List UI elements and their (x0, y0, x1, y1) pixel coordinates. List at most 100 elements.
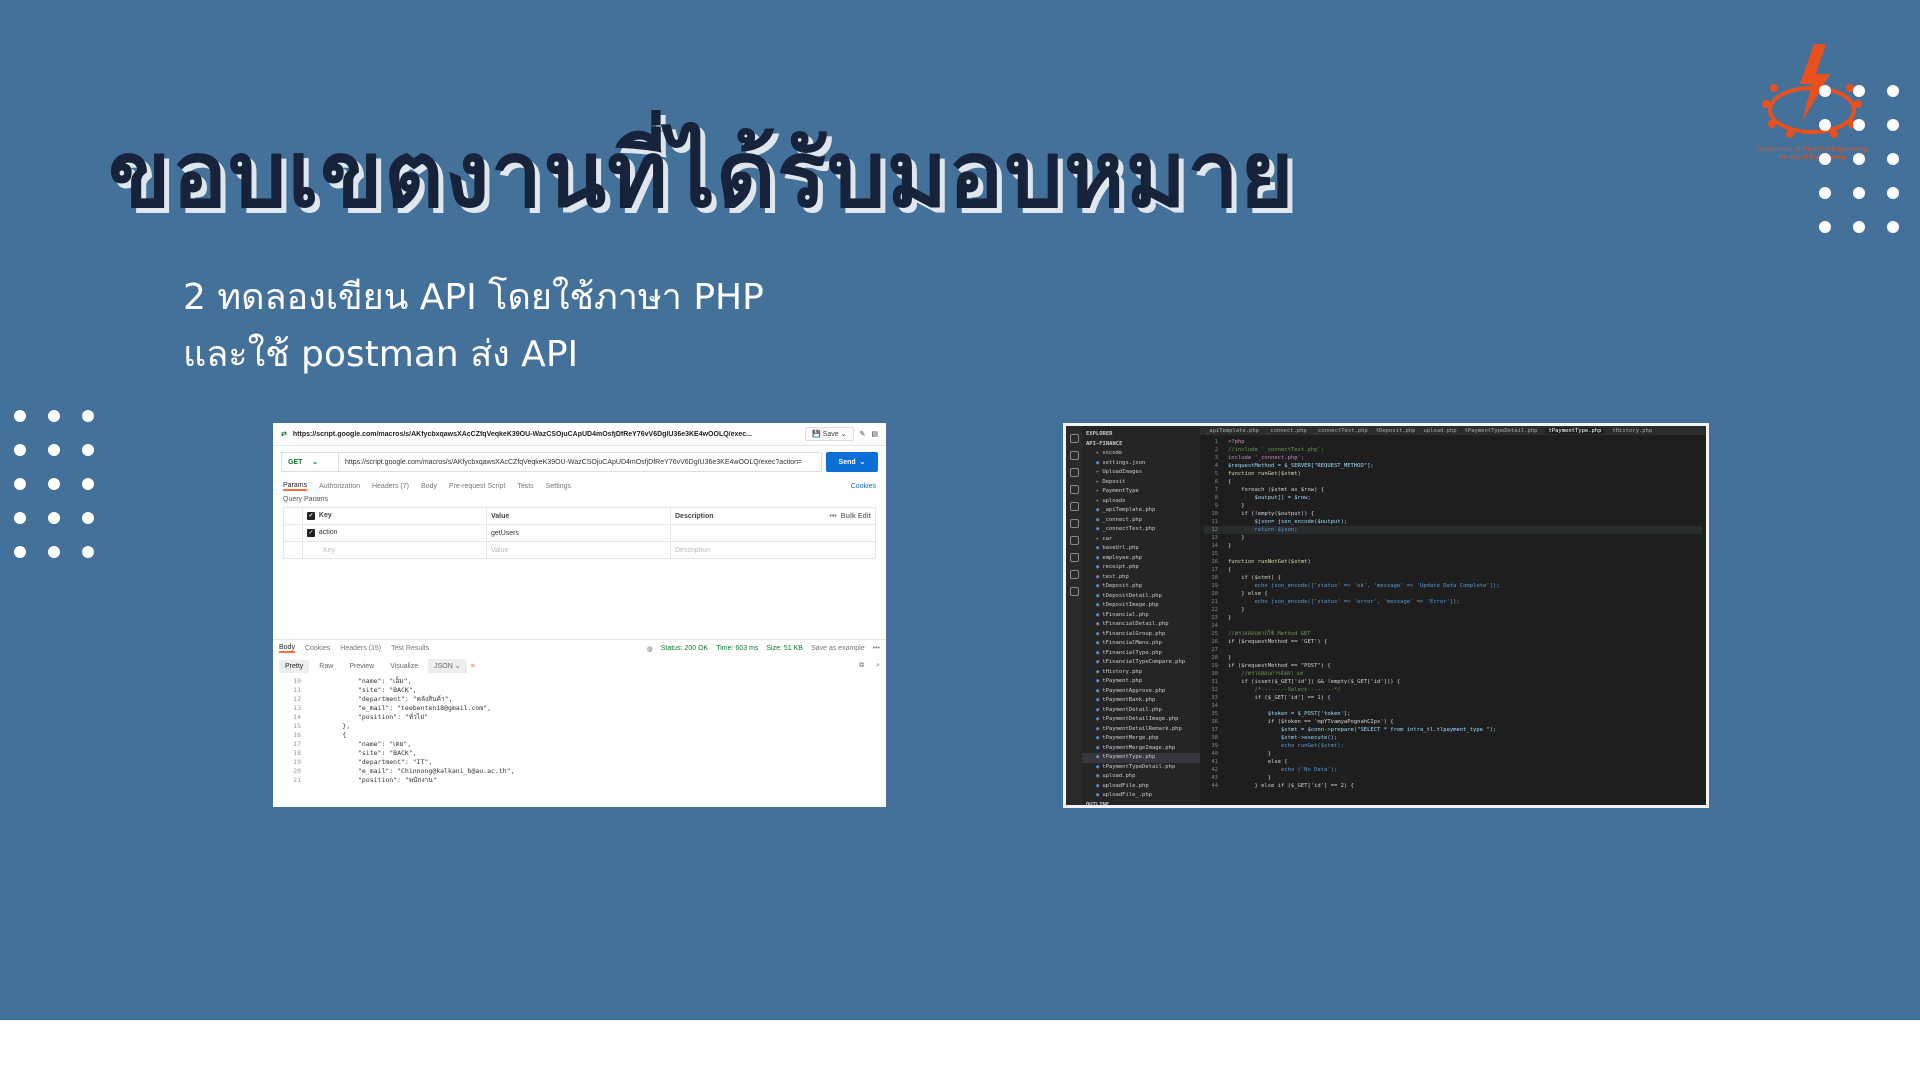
explorer-item[interactable]: ◉ tHistory.php (1082, 668, 1200, 678)
remote-icon[interactable] (1069, 519, 1079, 528)
explorer-item[interactable]: ◉ tDeposit.php (1082, 582, 1200, 592)
explorer-item[interactable]: ▸ uploads (1082, 497, 1200, 507)
editor-tab[interactable]: tHistory.php (1612, 428, 1652, 434)
edit-icon[interactable]: ✎ (860, 430, 866, 438)
editor-tab[interactable]: _apiTemplate.php (1206, 428, 1259, 434)
editor-tab[interactable]: tDeposit.php (1376, 428, 1416, 434)
tab-body[interactable]: Body (421, 483, 437, 490)
explorer-item[interactable]: ▸ PaymentType (1082, 487, 1200, 497)
explorer-item-label: tHistory.php (1102, 668, 1143, 675)
explorer-item[interactable]: ◉ uploadFile_.php (1082, 791, 1200, 801)
explorer-item[interactable]: ▸ vscode (1082, 449, 1200, 459)
editor-tab[interactable]: tPaymentTypeDetail.php (1465, 428, 1538, 434)
code-editor[interactable]: 1 <?php 2 //include '_connectTest.php'; 3 inc… (1200, 436, 1706, 805)
more-icon[interactable]: ••• (873, 645, 880, 653)
search-icon[interactable] (1069, 451, 1079, 460)
file-icon: ◉ (1096, 630, 1100, 637)
explorer-item[interactable]: ◉ tFinancialGroup.php (1082, 630, 1200, 640)
wrap-icon[interactable]: ≡ (471, 663, 475, 670)
save-button[interactable]: 💾 Save ⌄ (805, 427, 854, 441)
github-icon[interactable] (1069, 587, 1079, 596)
search-icon[interactable]: ⌕ (876, 662, 880, 670)
files-icon[interactable] (1069, 434, 1079, 443)
explorer-item[interactable]: ◉ tFinancialTypeCompare.php (1082, 658, 1200, 668)
explorer-item[interactable]: ◉ baseUrl.php (1082, 544, 1200, 554)
view-pretty[interactable]: Pretty (279, 659, 310, 673)
testing-icon[interactable] (1069, 536, 1079, 545)
explorer-item[interactable]: ◉ tFinancialMenu.php (1082, 639, 1200, 649)
view-raw[interactable]: Raw (313, 660, 339, 673)
code-line: 8 $output[] = $row; (1204, 494, 1702, 502)
explorer-item[interactable]: ◉ upload.php (1082, 772, 1200, 782)
explorer-item[interactable]: ◉ tDepositImage.php (1082, 601, 1200, 611)
param-description[interactable] (670, 524, 876, 542)
save-example-button[interactable]: Save as example (811, 645, 865, 653)
explorer-item[interactable]: ◉ test.php (1082, 573, 1200, 583)
explorer-item[interactable]: ◉ tPaymentType.php (1082, 753, 1200, 763)
database-icon[interactable] (1069, 570, 1079, 579)
editor-tab[interactable]: upload.php (1423, 428, 1456, 434)
explorer-item[interactable]: ◉ _connectTest.php (1082, 525, 1200, 535)
explorer-item[interactable]: ◉ tFinancialDetail.php (1082, 620, 1200, 630)
param-key-cell[interactable]: ✓ action (302, 524, 487, 542)
tab-params[interactable]: Params (283, 482, 308, 491)
docs-icon[interactable]: ▤ (871, 430, 878, 438)
explorer-item[interactable]: ◉ settings.json (1082, 459, 1200, 469)
explorer-item[interactable]: ◉ tPaymentBank.php (1082, 696, 1200, 706)
checkbox-icon[interactable]: ✓ (307, 529, 315, 537)
docker-icon[interactable] (1069, 553, 1079, 562)
tab-settings[interactable]: Settings (546, 483, 571, 490)
explorer-item[interactable]: ◉ tPaymentTypeDetail.php (1082, 763, 1200, 773)
explorer-item[interactable]: ▸ car (1082, 535, 1200, 545)
bulk-edit-link[interactable]: ••• Bulk Edit (829, 513, 871, 520)
view-visualize[interactable]: Visualize (384, 660, 424, 673)
param-value-placeholder[interactable]: Value (486, 541, 671, 559)
explorer-item[interactable]: ◉ _connect.php (1082, 516, 1200, 526)
code-line: 11 "site": "BACK", (279, 686, 880, 695)
explorer-item[interactable]: EXPLORER (1082, 430, 1200, 440)
tab-pre-request-script[interactable]: Pre-request Script (449, 483, 505, 490)
explorer-item[interactable]: OUTLINE (1082, 801, 1200, 806)
url-input[interactable]: https://script.google.com/macros/s/AKfyc… (338, 452, 822, 472)
explorer-item[interactable]: ◉ tPaymentMerge.php (1082, 734, 1200, 744)
format-select[interactable]: JSON ⌄ (428, 659, 467, 673)
tab-test-results[interactable]: Test Results (391, 645, 429, 652)
copy-icon[interactable]: ⧉ (859, 662, 864, 670)
tab-response-headers[interactable]: Headers (15) (340, 645, 381, 652)
param-key-placeholder[interactable]: Key (302, 541, 487, 559)
editor-tab[interactable]: tPaymentType.php (1545, 427, 1605, 434)
explorer-item[interactable]: API-FINANCE (1082, 440, 1200, 450)
tab-response-cookies[interactable]: Cookies (305, 645, 330, 652)
explorer-item[interactable]: ◉ tPaymentDetail.php (1082, 706, 1200, 716)
view-preview[interactable]: Preview (343, 660, 380, 673)
run-icon[interactable] (1069, 485, 1079, 494)
tab-response-body[interactable]: Body (279, 644, 295, 653)
explorer-item[interactable]: ◉ tDepositDetail.php (1082, 592, 1200, 602)
explorer-item[interactable]: ◉ tPaymentApprove.php (1082, 687, 1200, 697)
source-control-icon[interactable] (1069, 468, 1079, 477)
send-button[interactable]: Send ⌄ (826, 452, 878, 472)
explorer-item[interactable]: ▸ Deposit (1082, 478, 1200, 488)
param-value[interactable]: getUsers (486, 524, 671, 542)
explorer-item[interactable]: ◉ employee.php (1082, 554, 1200, 564)
explorer-item[interactable]: ◉ uploadFile.php (1082, 782, 1200, 792)
explorer-item[interactable]: ◉ tFinancialType.php (1082, 649, 1200, 659)
explorer-item[interactable]: ▸ UploadImages (1082, 468, 1200, 478)
tab-headers[interactable]: Headers (7) (372, 483, 409, 490)
editor-tab[interactable]: _connectTest.php (1315, 428, 1368, 434)
explorer-item[interactable]: ◉ tFinancial.php (1082, 611, 1200, 621)
explorer-item[interactable]: ◉ tPaymentMergeImage.php (1082, 744, 1200, 754)
explorer-item[interactable]: ◉ tPayment.php (1082, 677, 1200, 687)
extensions-icon[interactable] (1069, 502, 1079, 511)
cookies-link[interactable]: Cookies (851, 483, 876, 490)
param-description-placeholder[interactable]: Description (670, 541, 876, 559)
explorer-item[interactable]: ◉ receipt.php (1082, 563, 1200, 573)
explorer-item[interactable]: ◉ tPaymentDetailImage.php (1082, 715, 1200, 725)
method-select[interactable]: GET ⌄ (281, 452, 338, 472)
editor-tab[interactable]: _connect.php (1267, 428, 1307, 434)
explorer-item[interactable]: ◉ _apiTemplate.php (1082, 506, 1200, 516)
tab-authorization[interactable]: Authorization (319, 483, 360, 490)
explorer-item[interactable]: ◉ tPaymentDetailRemark.php (1082, 725, 1200, 735)
tab-tests[interactable]: Tests (517, 483, 533, 490)
checkbox-icon[interactable]: ✓ (307, 512, 315, 520)
